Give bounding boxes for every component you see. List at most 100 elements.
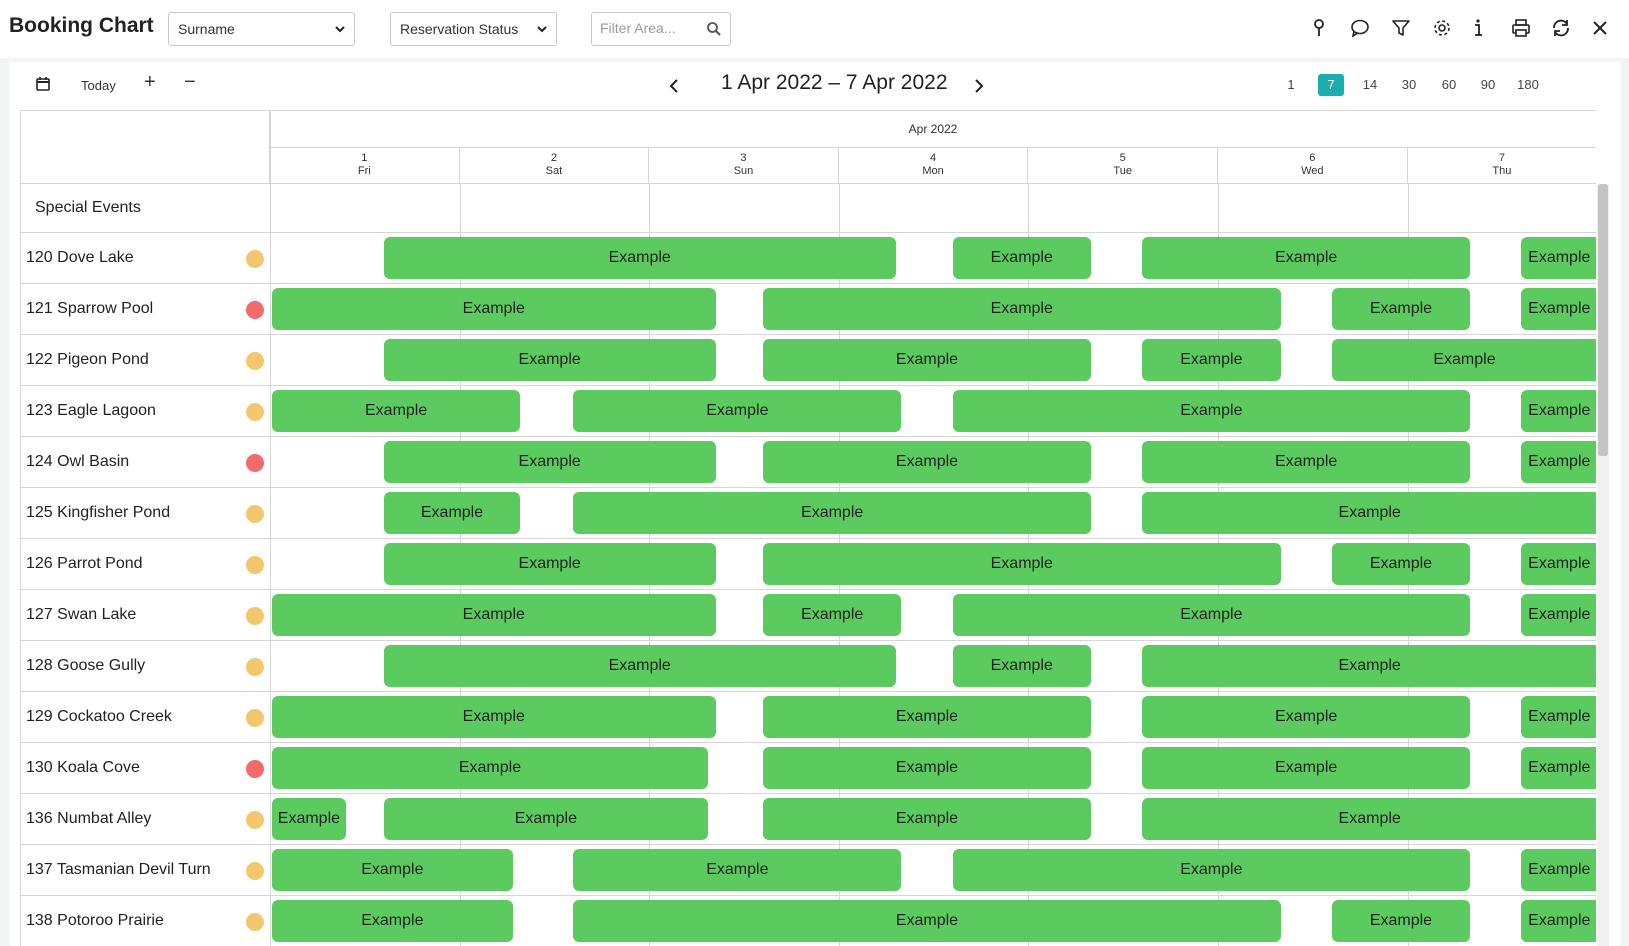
booking-bar[interactable]: Example <box>573 390 902 432</box>
booking-bar[interactable]: Example <box>1521 747 1596 789</box>
site-name[interactable]: 124 Owl Basin <box>26 437 129 487</box>
filter-icon[interactable] <box>1390 17 1412 39</box>
booking-bar[interactable]: Example <box>1142 696 1471 738</box>
search-icon[interactable] <box>706 21 722 37</box>
booking-bar[interactable]: Example <box>952 390 1471 432</box>
calendar-icon[interactable] <box>35 76 51 92</box>
booking-bar[interactable]: Example <box>383 645 896 687</box>
booking-bar[interactable]: Example <box>1521 543 1596 585</box>
booking-bar[interactable]: Example <box>272 696 716 738</box>
status-dot <box>246 811 264 829</box>
filter-area-search[interactable] <box>591 12 731 46</box>
chevron-left-icon[interactable] <box>665 77 683 95</box>
status-dot <box>246 556 264 574</box>
filter-area-input[interactable] <box>600 13 710 43</box>
booking-bar[interactable]: Example <box>383 798 708 840</box>
scrollbar-thumb[interactable] <box>1598 184 1608 456</box>
booking-bar[interactable]: Example <box>272 390 521 432</box>
booking-bar[interactable]: Example <box>383 543 716 585</box>
booking-bar[interactable]: Example <box>952 645 1091 687</box>
site-name[interactable]: 127 Swan Lake <box>26 590 136 640</box>
booking-bar[interactable]: Example <box>762 747 1091 789</box>
zoom-in-button[interactable]: + <box>144 71 156 94</box>
booking-bar[interactable]: Example <box>952 237 1091 279</box>
today-button[interactable]: Today <box>81 78 116 93</box>
booking-bar[interactable]: Example <box>1521 237 1596 279</box>
booking-bar[interactable]: Example <box>1142 645 1596 687</box>
site-name[interactable]: 138 Potoroo Prairie <box>26 896 164 946</box>
booking-bar[interactable]: Example <box>762 798 1091 840</box>
booking-bar[interactable]: Example <box>1521 696 1596 738</box>
zoom-option-180[interactable]: 180 <box>1515 74 1541 96</box>
site-name[interactable]: 121 Sparrow Pool <box>26 284 153 334</box>
booking-bar[interactable]: Example <box>1142 237 1471 279</box>
booking-bar[interactable]: Example <box>1142 492 1596 534</box>
site-name[interactable]: 126 Parrot Pond <box>26 539 143 589</box>
chevron-right-icon[interactable] <box>970 77 988 95</box>
booking-bar[interactable]: Example <box>1521 288 1596 330</box>
booking-bar[interactable]: Example <box>762 543 1281 585</box>
booking-bar[interactable]: Example <box>383 237 896 279</box>
booking-bar[interactable]: Example <box>383 441 716 483</box>
booking-bar[interactable]: Example <box>1521 594 1596 636</box>
refresh-icon[interactable] <box>1550 17 1572 39</box>
sort-select[interactable]: Surname <box>168 12 355 46</box>
booking-bar[interactable]: Example <box>272 849 513 891</box>
booking-grid: Apr 2022 1 Fri 2 Sat 3 Sun 4 Mon 5 Tue 6 Wed 7 Thu Sp… <box>20 110 1596 946</box>
booking-bar[interactable]: Example <box>1142 747 1471 789</box>
zoom-option-7[interactable]: 7 <box>1318 74 1344 96</box>
info-icon[interactable] <box>1467 17 1489 39</box>
gear-icon[interactable] <box>1431 17 1453 39</box>
zoom-out-button[interactable]: − <box>184 71 196 94</box>
booking-bar[interactable]: Example <box>762 594 902 636</box>
page-title: Booking Chart <box>9 14 154 37</box>
site-name[interactable]: 130 Koala Cove <box>26 743 140 793</box>
booking-bar[interactable]: Example <box>762 339 1091 381</box>
booking-bar[interactable]: Example <box>272 594 716 636</box>
site-name[interactable]: 129 Cockatoo Creek <box>26 692 172 742</box>
booking-bar[interactable]: Example <box>272 900 513 942</box>
site-name[interactable]: 137 Tasmanian Devil Turn <box>26 845 211 895</box>
zoom-option-1[interactable]: 1 <box>1278 74 1304 96</box>
close-icon[interactable] <box>1589 17 1611 39</box>
zoom-option-90[interactable]: 90 <box>1475 74 1501 96</box>
booking-bar[interactable]: Example <box>383 492 521 534</box>
booking-bar[interactable]: Example <box>952 849 1471 891</box>
reservation-status-select[interactable]: Reservation Status <box>390 12 557 46</box>
booking-bar[interactable]: Example <box>1142 798 1596 840</box>
map-pin-icon[interactable] <box>1308 17 1330 39</box>
booking-bar[interactable]: Example <box>1331 288 1471 330</box>
booking-bar[interactable]: Example <box>762 441 1091 483</box>
booking-bar[interactable]: Example <box>952 594 1471 636</box>
booking-bar[interactable]: Example <box>1331 339 1596 381</box>
booking-bar[interactable]: Example <box>1521 849 1596 891</box>
site-name[interactable]: 128 Goose Gully <box>26 641 145 691</box>
zoom-option-60[interactable]: 60 <box>1436 74 1462 96</box>
booking-bar[interactable]: Example <box>573 492 1091 534</box>
booking-bar[interactable]: Example <box>1142 339 1281 381</box>
booking-bar[interactable]: Example <box>272 747 708 789</box>
booking-bar[interactable]: Example <box>1521 900 1596 942</box>
booking-bar[interactable]: Example <box>762 288 1281 330</box>
site-name[interactable]: 136 Numbat Alley <box>26 794 151 844</box>
booking-bar[interactable]: Example <box>1142 441 1471 483</box>
booking-bar[interactable]: Example <box>1521 390 1596 432</box>
zoom-option-14[interactable]: 14 <box>1357 74 1383 96</box>
booking-bar[interactable]: Example <box>383 339 716 381</box>
booking-bar[interactable]: Example <box>762 696 1091 738</box>
status-dot <box>246 250 264 268</box>
booking-bar[interactable]: Example <box>1331 900 1471 942</box>
booking-bar[interactable]: Example <box>272 798 346 840</box>
site-name[interactable]: 120 Dove Lake <box>26 233 134 283</box>
zoom-option-30[interactable]: 30 <box>1396 74 1422 96</box>
comment-icon[interactable] <box>1349 17 1371 39</box>
print-icon[interactable] <box>1510 17 1532 39</box>
site-name[interactable]: 125 Kingfisher Pond <box>26 488 170 538</box>
site-name[interactable]: 122 Pigeon Pond <box>26 335 149 385</box>
booking-bar[interactable]: Example <box>1331 543 1471 585</box>
booking-bar[interactable]: Example <box>573 900 1281 942</box>
booking-bar[interactable]: Example <box>1521 441 1596 483</box>
site-name[interactable]: 123 Eagle Lagoon <box>26 386 156 436</box>
booking-bar[interactable]: Example <box>272 288 716 330</box>
booking-bar[interactable]: Example <box>573 849 902 891</box>
